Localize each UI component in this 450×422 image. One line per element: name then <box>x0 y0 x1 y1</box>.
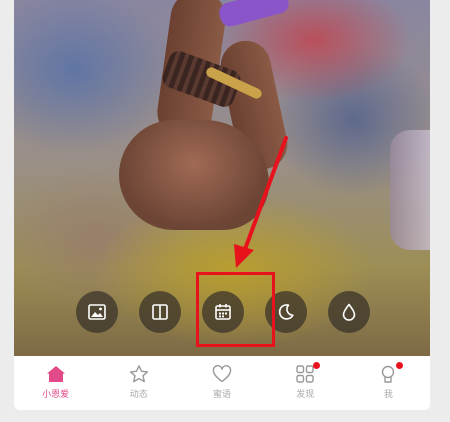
tab-sweet-words-label: 蜜语 <box>213 390 232 400</box>
tab-moments[interactable]: 动态 <box>97 356 180 410</box>
tab-discover[interactable]: 发现 <box>264 356 347 410</box>
tab-moments-label: 动态 <box>129 390 148 400</box>
discover-badge-dot <box>313 362 321 369</box>
me-badge-dot <box>396 362 404 369</box>
tab-me-label: 我 <box>383 390 393 400</box>
tab-home[interactable]: 小恩爱 <box>14 356 97 410</box>
bottom-tab-bar: 小恩爱 动态 蜜语 发现 我 <box>14 356 430 410</box>
tab-sweet-words[interactable]: 蜜语 <box>180 356 263 410</box>
tab-discover-label: 发现 <box>296 390 315 400</box>
home-icon <box>46 366 65 382</box>
phone-screen: 小恩爱 动态 蜜语 发现 我 <box>14 0 430 410</box>
heart-icon <box>212 365 232 383</box>
tab-home-label: 小恩爱 <box>42 390 70 400</box>
tab-me[interactable]: 我 <box>347 356 430 410</box>
star-icon <box>129 365 148 383</box>
pointer-arrow <box>234 136 288 268</box>
